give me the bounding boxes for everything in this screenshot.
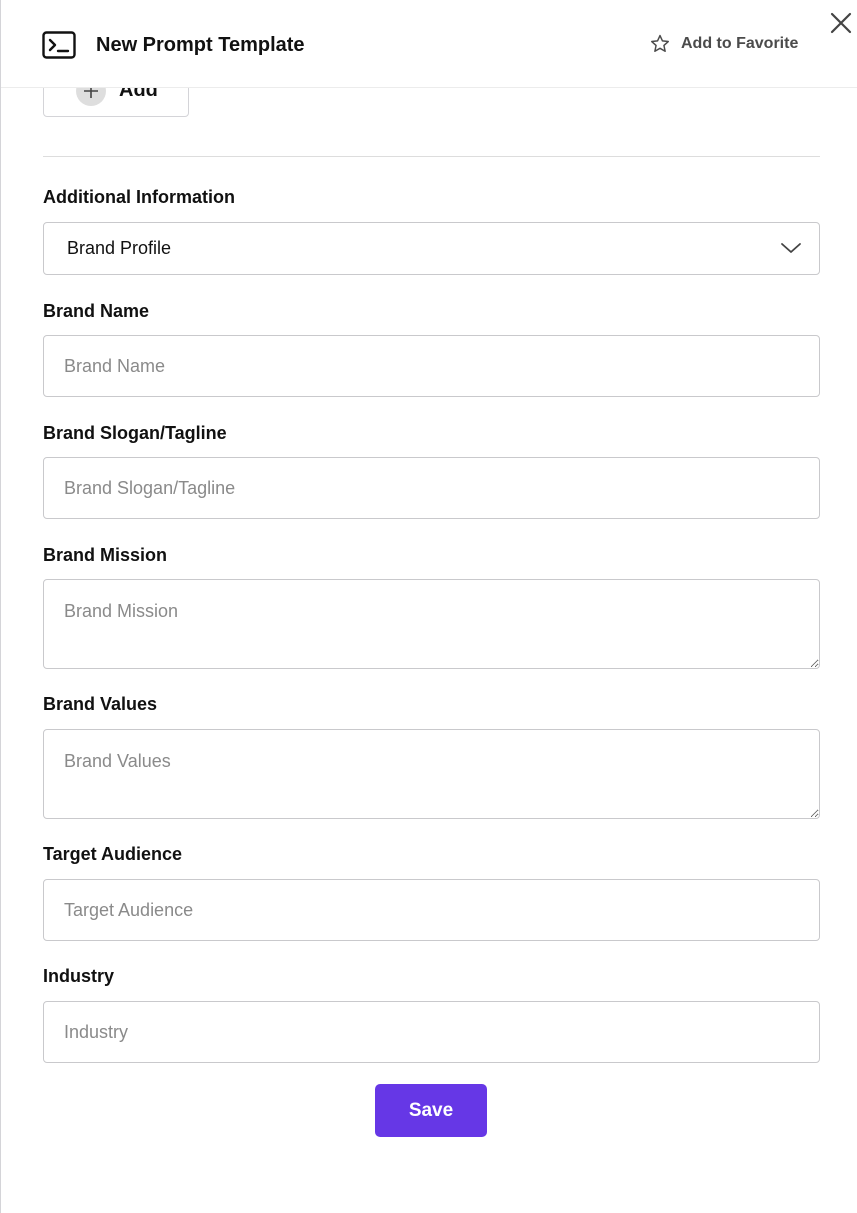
prompt-template-panel: Add New Prompt Template Add to Favorite … (0, 0, 857, 1213)
brand-values-textarea[interactable] (43, 729, 820, 819)
brand-mission-label: Brand Mission (43, 545, 168, 565)
brand-values-label: Brand Values (43, 694, 158, 714)
brand-mission-textarea[interactable] (43, 579, 820, 669)
additional-information-select[interactable]: Brand Profile (43, 222, 820, 275)
brand-name-label: Brand Name (43, 301, 150, 321)
section-divider (43, 156, 820, 157)
chevron-down-icon (781, 243, 801, 253)
select-value: Brand Profile (67, 238, 172, 258)
target-audience-label: Target Audience (43, 844, 183, 864)
target-audience-input[interactable] (43, 879, 820, 941)
add-to-favorite-button[interactable]: Add to Favorite (649, 32, 798, 56)
additional-information-label: Additional Information (43, 187, 235, 207)
brand-slogan-label: Brand Slogan/Tagline (43, 423, 227, 443)
star-icon (651, 34, 669, 52)
save-button[interactable]: Save (375, 1084, 487, 1137)
modal-header: New Prompt Template Add to Favorite (1, 0, 857, 88)
page-title: New Prompt Template (96, 34, 305, 56)
terminal-icon (42, 31, 76, 59)
industry-input[interactable] (43, 1001, 820, 1063)
industry-label: Industry (43, 966, 115, 986)
add-to-favorite-label: Add to Favorite (681, 35, 799, 52)
close-icon[interactable] (828, 10, 854, 36)
brand-name-input[interactable] (43, 335, 820, 397)
brand-slogan-input[interactable] (43, 457, 820, 519)
